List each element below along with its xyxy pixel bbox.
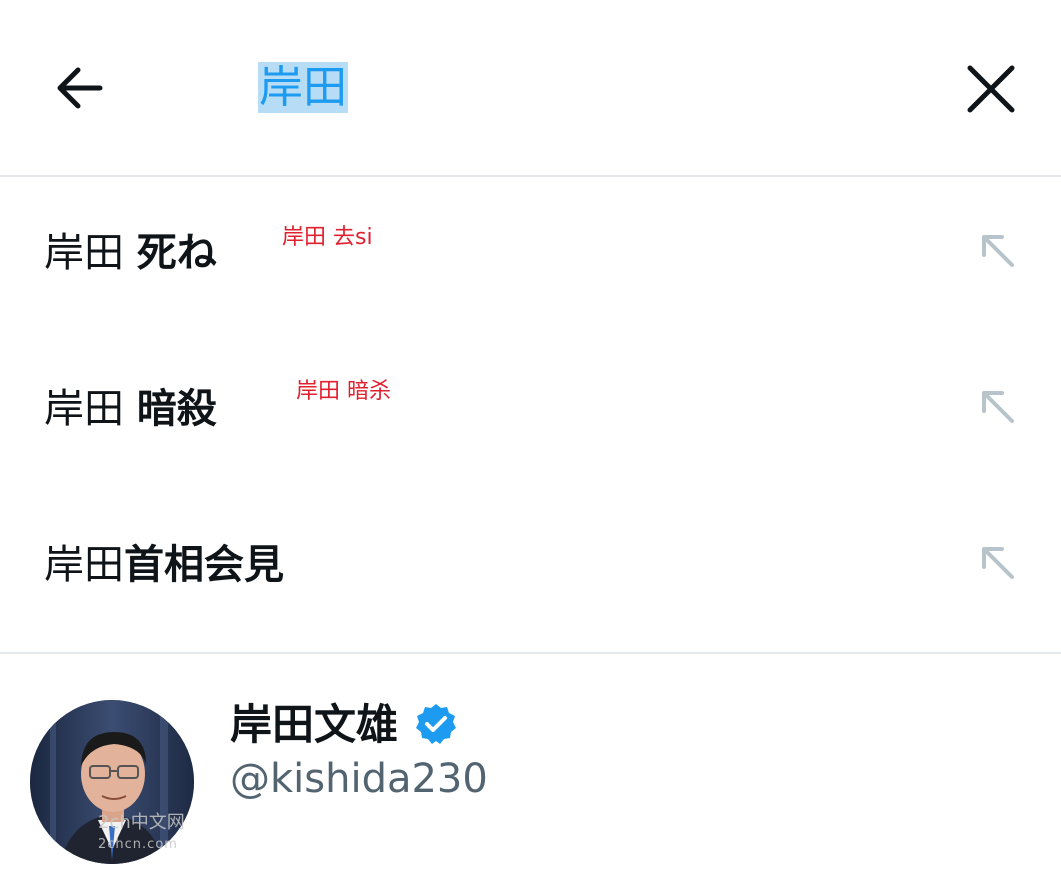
search-input[interactable]: 岸田 bbox=[258, 58, 898, 118]
watermark: 2ch中文网 2chcn.com bbox=[98, 814, 185, 854]
user-display-name: 岸田文雄 bbox=[230, 700, 399, 749]
search-suggestion[interactable]: 岸田首相会見 bbox=[0, 489, 1061, 645]
suggestion-query: 岸田 暗殺 bbox=[44, 383, 217, 435]
suggestion-query-completion: 暗殺 bbox=[136, 386, 217, 432]
arrow-left-icon bbox=[57, 67, 103, 109]
back-button[interactable] bbox=[50, 60, 110, 116]
suggestion-query-completion: 首相会見 bbox=[124, 542, 284, 588]
suggestion-query: 岸田 死ね bbox=[44, 227, 217, 279]
clear-search-button[interactable] bbox=[962, 60, 1020, 118]
suggestion-query-base: 岸田 bbox=[44, 386, 137, 432]
search-suggestion[interactable]: 岸田 暗殺 岸田 暗杀 bbox=[0, 333, 1061, 489]
search-suggestion[interactable]: 岸田 死ね 岸田 去si bbox=[0, 177, 1061, 333]
fill-suggestion-button[interactable] bbox=[978, 543, 1018, 583]
search-query-text: 岸田 bbox=[258, 62, 348, 113]
watermark-text: 2ch中文网 bbox=[98, 812, 185, 833]
arrow-up-left-icon bbox=[982, 235, 1014, 267]
close-icon bbox=[967, 65, 1015, 113]
translation-annotation: 岸田 暗杀 bbox=[296, 379, 391, 404]
search-header: 岸田 bbox=[0, 0, 1061, 177]
watermark-subtext: 2chcn.com bbox=[98, 837, 178, 852]
suggestion-query: 岸田首相会見 bbox=[44, 539, 284, 591]
verified-badge-icon bbox=[414, 702, 458, 746]
fill-suggestion-button[interactable] bbox=[978, 387, 1018, 427]
user-handle: @kishida230 bbox=[230, 756, 488, 802]
translation-annotation: 岸田 去si bbox=[282, 225, 373, 250]
fill-suggestion-button[interactable] bbox=[978, 231, 1018, 271]
suggestion-query-completion: 死ね bbox=[136, 230, 217, 276]
suggestion-query-base: 岸田 bbox=[44, 542, 124, 588]
user-result[interactable]: 岸田文雄 @kishida230 2ch中文网 2chcn.com bbox=[0, 654, 1061, 896]
suggestion-query-base: 岸田 bbox=[44, 230, 137, 276]
arrow-up-left-icon bbox=[982, 391, 1014, 423]
arrow-up-left-icon bbox=[982, 547, 1014, 579]
